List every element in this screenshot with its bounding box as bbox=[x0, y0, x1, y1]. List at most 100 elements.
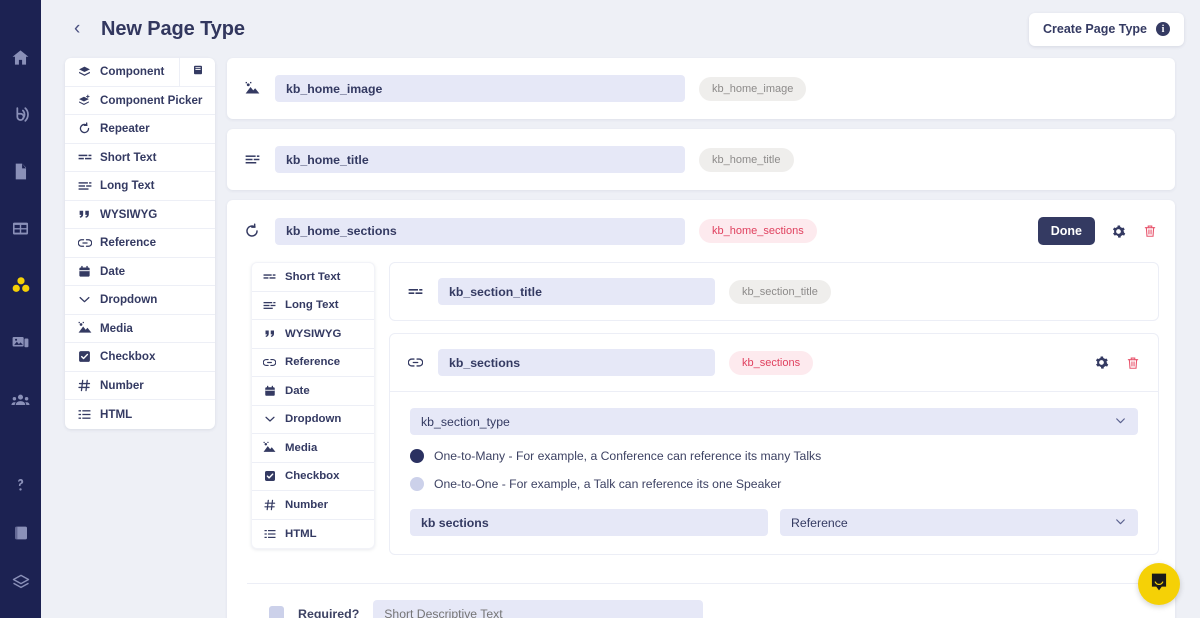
nested-palette-item-short-text[interactable]: Short Text bbox=[252, 263, 374, 292]
component-library-button[interactable] bbox=[179, 58, 215, 86]
image-icon bbox=[243, 81, 261, 96]
field-name-input[interactable] bbox=[275, 75, 685, 102]
description-input[interactable] bbox=[373, 600, 704, 618]
book-icon bbox=[192, 64, 204, 79]
reference-target-row: Reference bbox=[410, 509, 1138, 536]
nested-palette-item-checkbox[interactable]: Checkbox bbox=[252, 463, 374, 491]
image-icon bbox=[262, 441, 277, 454]
calendar-icon bbox=[77, 265, 92, 278]
field-name-input[interactable] bbox=[438, 278, 715, 305]
palette-item-dropdown[interactable]: Dropdown bbox=[65, 286, 215, 315]
chat-bubble-icon bbox=[1149, 572, 1169, 597]
field-card-media: kb_home_image bbox=[227, 58, 1175, 119]
page-icon[interactable] bbox=[8, 158, 34, 184]
radio-indicator-selected[interactable] bbox=[410, 449, 424, 463]
broadcast-icon[interactable] bbox=[8, 101, 34, 127]
palette-item-checkbox[interactable]: Checkbox bbox=[65, 343, 215, 372]
nested-palette-item-reference[interactable]: Reference bbox=[252, 349, 374, 377]
users-icon[interactable] bbox=[8, 386, 34, 412]
palette-item-label: Number bbox=[100, 378, 144, 392]
palette-item-component-picker[interactable]: Component Picker bbox=[65, 87, 215, 115]
nested-palette-item-number[interactable]: Number bbox=[252, 491, 374, 520]
required-checkbox[interactable] bbox=[269, 606, 284, 618]
info-icon[interactable]: i bbox=[1156, 22, 1170, 36]
reference-settings: kb_section_type One-to-Many - For exampl… bbox=[390, 391, 1158, 554]
reference-kind-select[interactable]: Reference bbox=[780, 509, 1138, 536]
palette-item-date[interactable]: Date bbox=[65, 258, 215, 286]
chat-launcher-button[interactable] bbox=[1138, 563, 1180, 605]
table-icon[interactable] bbox=[8, 215, 34, 241]
palette-item-repeater[interactable]: Repeater bbox=[65, 115, 215, 144]
calendar-icon bbox=[262, 385, 277, 397]
palette-item-label: Component Picker bbox=[100, 93, 203, 107]
link-icon bbox=[262, 356, 277, 369]
nested-field-card-title: kb_section_title bbox=[389, 262, 1159, 321]
field-row: kb_home_title bbox=[227, 129, 1175, 190]
book-icon[interactable] bbox=[8, 520, 34, 546]
palette-item-short-text[interactable]: Short Text bbox=[65, 144, 215, 172]
nested-palette-item-label: Date bbox=[285, 384, 310, 397]
field-name-input[interactable] bbox=[438, 349, 715, 376]
help-icon[interactable] bbox=[8, 471, 34, 497]
field-row: kb_home_sections Done bbox=[227, 200, 1175, 262]
nested-palette-item-date[interactable]: Date bbox=[252, 377, 374, 406]
palette-item-component[interactable]: Component bbox=[65, 58, 215, 87]
field-api-badge: kb_home_sections bbox=[699, 219, 817, 243]
nested-palette-item-dropdown[interactable]: Dropdown bbox=[252, 406, 374, 434]
palette-item-label: Date bbox=[100, 264, 126, 278]
palette-item-label: Repeater bbox=[100, 122, 150, 136]
radio-one-to-one[interactable]: One-to-One - For example, a Talk can ref… bbox=[410, 477, 1138, 491]
long-text-icon bbox=[77, 179, 92, 193]
reference-target-input[interactable] bbox=[410, 509, 768, 536]
section-type-select[interactable]: kb_section_type bbox=[410, 408, 1138, 435]
section-type-value: kb_section_type bbox=[421, 414, 510, 429]
nested-palette-item-media[interactable]: Media bbox=[252, 434, 374, 463]
nested-field-type-palette: Short Text Long Text WYSIWYG Reference D… bbox=[251, 262, 375, 549]
home-icon[interactable] bbox=[8, 44, 34, 70]
create-page-type-button[interactable]: Create Page Type i bbox=[1029, 12, 1184, 46]
palette-item-number[interactable]: Number bbox=[65, 372, 215, 400]
radio-one-to-many[interactable]: One-to-Many - For example, a Conference … bbox=[410, 449, 1138, 463]
field-api-badge: kb_sections bbox=[729, 350, 814, 375]
trash-icon[interactable] bbox=[1124, 354, 1142, 372]
checkbox-icon bbox=[77, 350, 92, 363]
field-api-badge: kb_home_title bbox=[699, 147, 794, 172]
nested-palette-item-label: Short Text bbox=[285, 270, 341, 283]
layers-icon[interactable] bbox=[8, 569, 34, 595]
trash-icon[interactable] bbox=[1141, 222, 1159, 240]
nested-palette-item-long-text[interactable]: Long Text bbox=[252, 292, 374, 320]
top-bar: ‹ New Page Type Create Page Type i bbox=[41, 0, 1200, 58]
chevron-down-icon bbox=[1114, 414, 1127, 430]
reference-kind-value: Reference bbox=[791, 515, 848, 530]
palette-item-long-text[interactable]: Long Text bbox=[65, 172, 215, 201]
palette-item-label: Long Text bbox=[100, 179, 155, 193]
gear-icon[interactable] bbox=[1109, 222, 1127, 240]
nested-palette-item-label: WYSIWYG bbox=[285, 327, 342, 340]
layers-icon bbox=[77, 65, 92, 78]
nested-palette-item-label: Checkbox bbox=[285, 470, 340, 483]
layers-plus-icon bbox=[77, 94, 92, 107]
gear-icon[interactable] bbox=[1092, 354, 1110, 372]
palette-item-wysiwyg[interactable]: WYSIWYG bbox=[65, 201, 215, 229]
nested-palette-item-wysiwyg[interactable]: WYSIWYG bbox=[252, 320, 374, 349]
radio-label: One-to-One - For example, a Talk can ref… bbox=[434, 477, 782, 491]
media-icon[interactable] bbox=[8, 329, 34, 355]
nested-palette-item-label: HTML bbox=[285, 527, 317, 540]
repeat-icon bbox=[77, 122, 92, 135]
nested-palette-item-label: Number bbox=[285, 498, 329, 511]
field-api-badge: kb_section_title bbox=[729, 279, 831, 304]
components-icon[interactable] bbox=[8, 272, 34, 298]
palette-item-media[interactable]: Media bbox=[65, 315, 215, 343]
nested-palette-item-label: Reference bbox=[285, 356, 341, 369]
required-row: Required? bbox=[247, 584, 1155, 618]
nested-palette-item-html[interactable]: HTML bbox=[252, 520, 374, 549]
palette-item-reference[interactable]: Reference bbox=[65, 229, 215, 258]
back-button[interactable]: ‹ bbox=[74, 19, 90, 38]
field-row: kb_sections bbox=[390, 334, 1158, 391]
field-name-input[interactable] bbox=[275, 217, 685, 245]
done-button[interactable]: Done bbox=[1037, 217, 1095, 245]
radio-indicator-unselected[interactable] bbox=[410, 477, 424, 491]
link-icon bbox=[77, 236, 92, 250]
field-name-input[interactable] bbox=[275, 146, 685, 173]
palette-item-html[interactable]: HTML bbox=[65, 400, 215, 429]
